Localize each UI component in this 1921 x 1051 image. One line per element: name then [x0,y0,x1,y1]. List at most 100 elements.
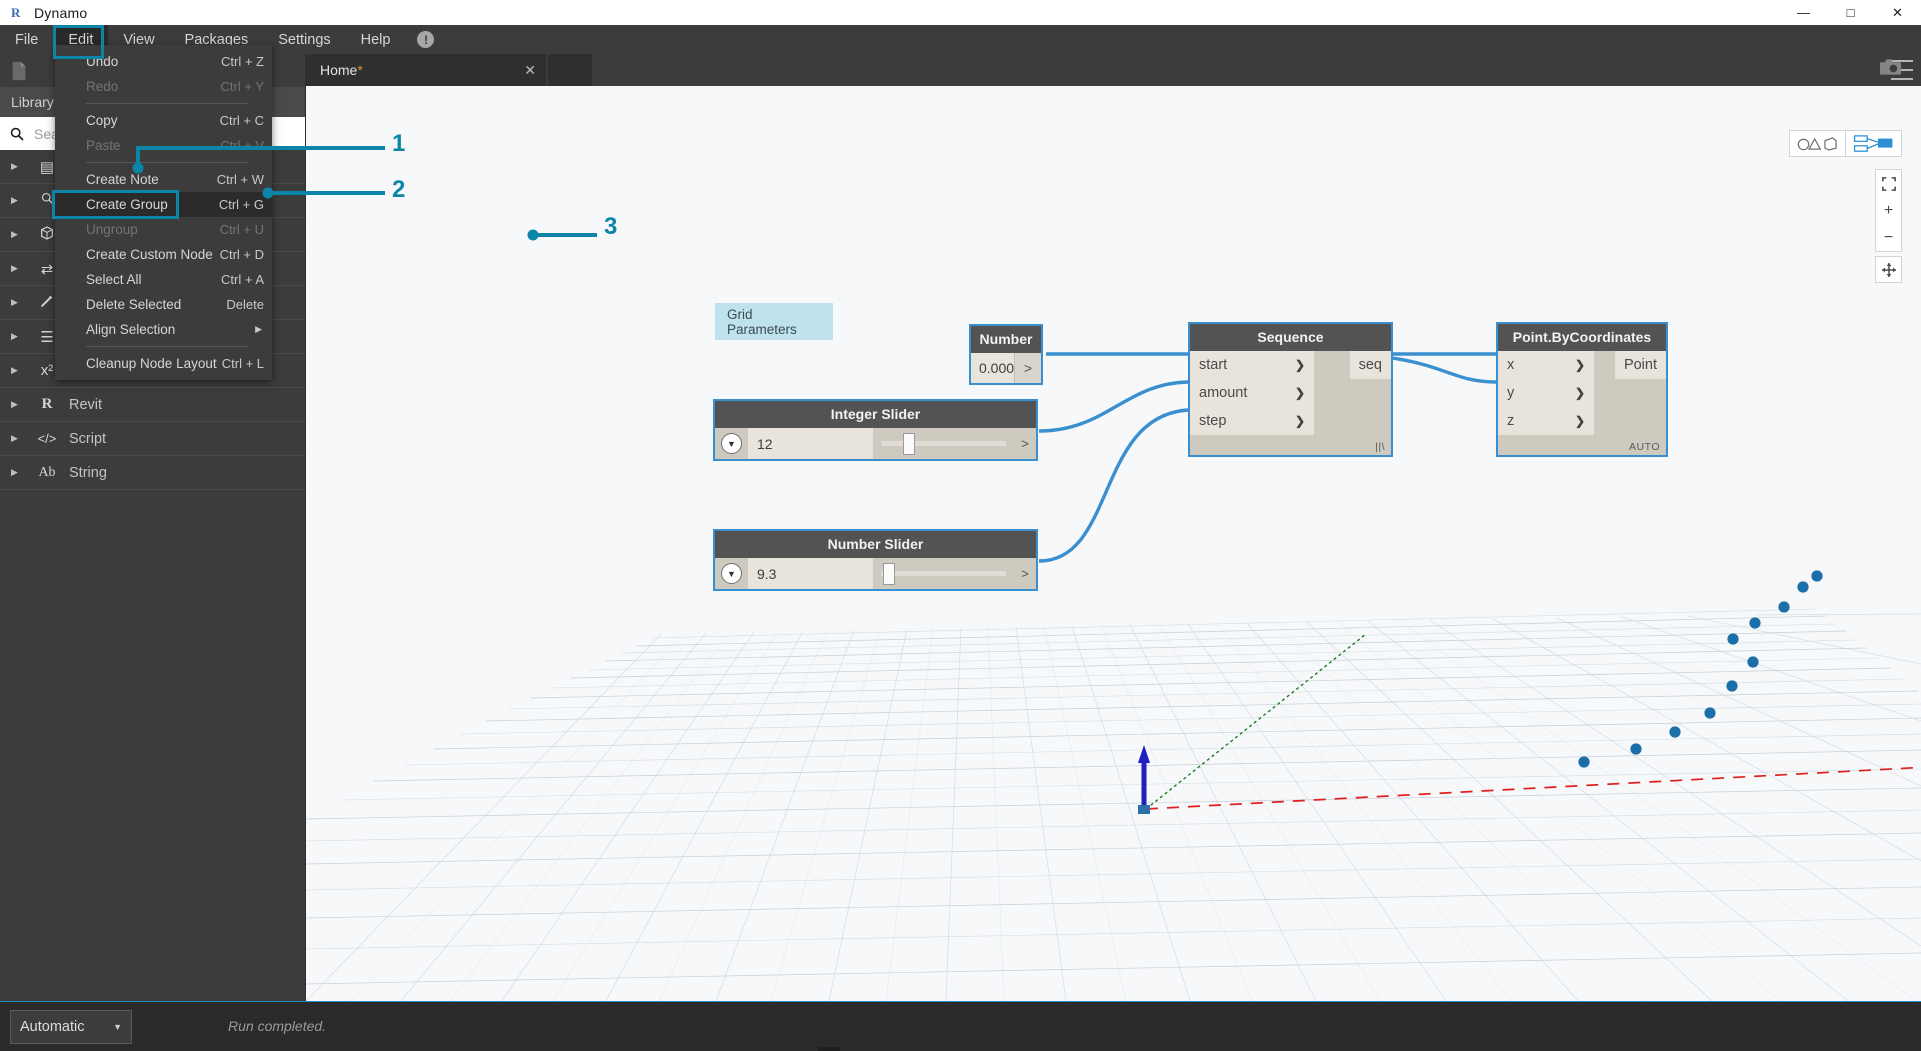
callout-2: 2 [392,176,405,204]
new-tab-button[interactable] [548,54,592,86]
pan-icon[interactable] [1875,256,1902,283]
sidebar-item-script[interactable]: ▶ </> Script [0,422,305,456]
graph-view-icon[interactable] [1846,130,1902,157]
chevron-right-icon: ▶ [0,297,29,308]
chevron-down-icon: ▼ [721,563,742,584]
node-integer-slider[interactable]: Integer Slider ▼ 12 > [713,399,1038,461]
lacing-indicator[interactable]: ||\ [1190,435,1391,455]
tab-dirty-marker: * [357,62,362,78]
node-point-bycoordinates[interactable]: Point.ByCoordinates x ❯ Point y [1496,322,1668,457]
menu-file[interactable]: File [0,25,53,54]
graph-canvas[interactable]: Grid Parameters Number 0.000 > Integer S… [306,86,1921,1001]
node-number-slider[interactable]: Number Slider ▼ 9.3 > [713,529,1038,591]
camera-icon[interactable] [1879,58,1902,81]
node-ports: x ❯ Point y ❯ [1498,351,1666,435]
zoom-to-fit-icon[interactable] [1876,170,1901,197]
output-port-point[interactable]: Point [1615,351,1666,379]
chevron-right-icon: ▶ [0,365,29,376]
menu-undo[interactable]: Undo Ctrl + Z [55,49,272,74]
menu-copy[interactable]: Copy Ctrl + C [55,108,272,133]
node-title: Number [971,326,1041,353]
note-text: Grid Parameters [727,307,821,337]
menu-delete-selected[interactable]: Delete Selected Delete [55,292,272,317]
zoom-controls: + − [1875,169,1902,252]
close-button[interactable]: ✕ [1874,0,1921,25]
scrollbar-handle[interactable] [818,1047,840,1051]
slider-value-input[interactable]: 12 [748,428,873,459]
output-port-seq[interactable]: seq [1350,351,1391,379]
menu-help[interactable]: Help [346,25,406,54]
node-title: Point.ByCoordinates [1498,324,1666,351]
menu-settings[interactable]: Settings [263,25,345,54]
menu-separator [86,346,248,347]
slider-track[interactable] [873,428,1014,459]
node-number[interactable]: Number 0.000 > [969,324,1043,385]
slider-track[interactable] [873,558,1014,589]
port-label: seq [1359,357,1382,373]
view-toggle-group [1789,130,1902,157]
minimize-button[interactable]: — [1780,0,1827,25]
slider-knob[interactable] [883,563,895,585]
chevron-right-icon: ▶ [0,161,29,172]
nodes-layer: Grid Parameters Number 0.000 > Integer S… [306,86,1921,646]
tab-label: Home* [320,62,512,78]
menu-ungroup: Ungroup Ctrl + U [55,217,272,242]
menu-select-all[interactable]: Select All Ctrl + A [55,267,272,292]
input-port-amount[interactable]: amount ❯ [1190,379,1314,407]
port-label: z [1507,413,1514,429]
slider-value-input[interactable]: 9.3 [748,558,873,589]
geometry-view-icon[interactable] [1789,130,1846,157]
maximize-button[interactable]: □ [1827,0,1874,25]
input-port-step[interactable]: step ❯ [1190,407,1314,435]
slider-expand-button[interactable]: ▼ [715,428,748,459]
port-label: amount [1199,385,1247,401]
node-sequence[interactable]: Sequence start ❯ seq amount [1188,322,1393,457]
menu-paste: Paste Ctrl + V [55,133,272,158]
chevron-right-icon: ▶ [0,195,29,206]
zoom-out-button[interactable]: − [1876,224,1901,251]
chevron-right-icon: ❯ [1575,358,1585,372]
node-title: Number Slider [715,531,1036,558]
code-tags-icon: </> [29,431,65,446]
menu-create-note[interactable]: Create Note Ctrl + W [55,167,272,192]
menu-bar: File Edit View Packages Settings Help ! [0,25,1921,54]
output-port[interactable]: > [1014,558,1036,589]
chevron-right-icon: ▶ [0,433,29,444]
menu-create-custom-node[interactable]: Create Custom Node Ctrl + D [55,242,272,267]
slider-rail [881,441,1006,446]
tab-home[interactable]: Home* ✕ [306,54,546,86]
input-port-x[interactable]: x ❯ [1498,351,1594,379]
output-port[interactable]: > [1014,353,1041,383]
menu-cleanup-node-layout[interactable]: Cleanup Node Layout Ctrl + L [55,351,272,376]
callout-1: 1 [392,130,405,158]
input-port-z[interactable]: z ❯ [1498,407,1594,435]
input-port-start[interactable]: start ❯ [1190,351,1314,379]
menu-separator [86,103,248,104]
output-port[interactable]: > [1014,428,1036,459]
number-value-input[interactable]: 0.000 [971,353,1014,383]
run-mode-select[interactable]: Automatic ▼ [10,1010,132,1044]
notification-button[interactable]: ! [405,25,446,54]
menu-create-group[interactable]: Create Group Ctrl + G [55,192,272,217]
lacing-indicator[interactable]: AUTO [1498,435,1666,455]
title-bar: R Dynamo — □ ✕ [0,0,1921,25]
port-label: x [1507,357,1514,373]
zoom-in-button[interactable]: + [1876,197,1901,224]
chevron-right-icon: ▶ [0,263,29,274]
slider-knob[interactable] [903,433,915,455]
menu-align-selection[interactable]: Align Selection ▶ [55,317,272,342]
chevron-right-icon: ▶ [0,331,29,342]
grid-parameters-note[interactable]: Grid Parameters [715,303,833,340]
new-file-icon[interactable] [8,60,30,82]
sidebar-item-revit[interactable]: ▶ R Revit [0,388,305,422]
slider-expand-button[interactable]: ▼ [715,558,748,589]
input-port-y[interactable]: y ❯ [1498,379,1594,407]
callout-3: 3 [604,213,617,241]
edit-dropdown-menu: Undo Ctrl + Z Redo Ctrl + Y Copy Ctrl + … [55,45,272,380]
sidebar-item-string[interactable]: ▶ Ab String [0,456,305,490]
origin-marker [1138,805,1150,814]
close-icon[interactable]: ✕ [524,62,536,79]
dynamo-logo-icon: R [11,6,25,20]
port-label: y [1507,385,1514,401]
node-ports: start ❯ seq amount ❯ [1190,351,1391,435]
